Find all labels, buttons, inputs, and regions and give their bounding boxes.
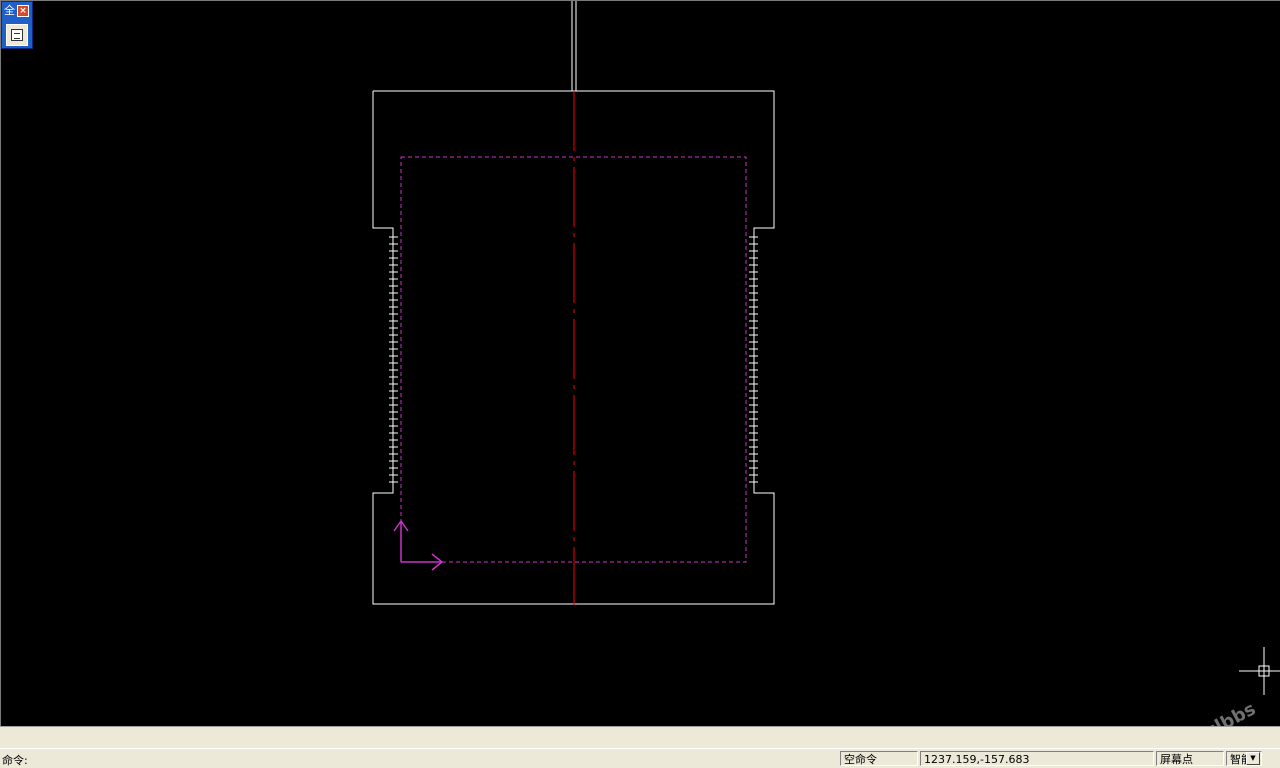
coordinate-readout: 1237.159,-157.683 bbox=[920, 751, 1154, 766]
command-history-strip bbox=[0, 726, 1280, 748]
ucs-axis-icon bbox=[393, 519, 444, 571]
mini-toolbar-title: 全 bbox=[4, 4, 15, 17]
drawing-canvas[interactable]: 全 × Rclbbs bbox=[0, 0, 1280, 749]
window-icon bbox=[11, 29, 23, 41]
crosshair-cursor-icon bbox=[1239, 647, 1280, 695]
status-bar: 命令: 空命令 1237.159,-157.683 屏幕点 智能 ▼ bbox=[0, 748, 1280, 768]
command-prompt[interactable]: 命令: bbox=[2, 752, 28, 768]
mini-toolbar[interactable]: 全 × bbox=[1, 1, 33, 49]
snap-mode-toggle[interactable]: 屏幕点 bbox=[1156, 751, 1224, 766]
current-command-indicator: 空命令 bbox=[840, 751, 918, 766]
close-icon[interactable]: × bbox=[17, 5, 29, 17]
cad-application: 全 × Rclbbs 命令: 空命令 1237.159,-157.683 屏幕点… bbox=[0, 0, 1280, 768]
window-view-button[interactable] bbox=[6, 24, 28, 46]
chevron-down-icon[interactable]: ▼ bbox=[1246, 752, 1260, 765]
